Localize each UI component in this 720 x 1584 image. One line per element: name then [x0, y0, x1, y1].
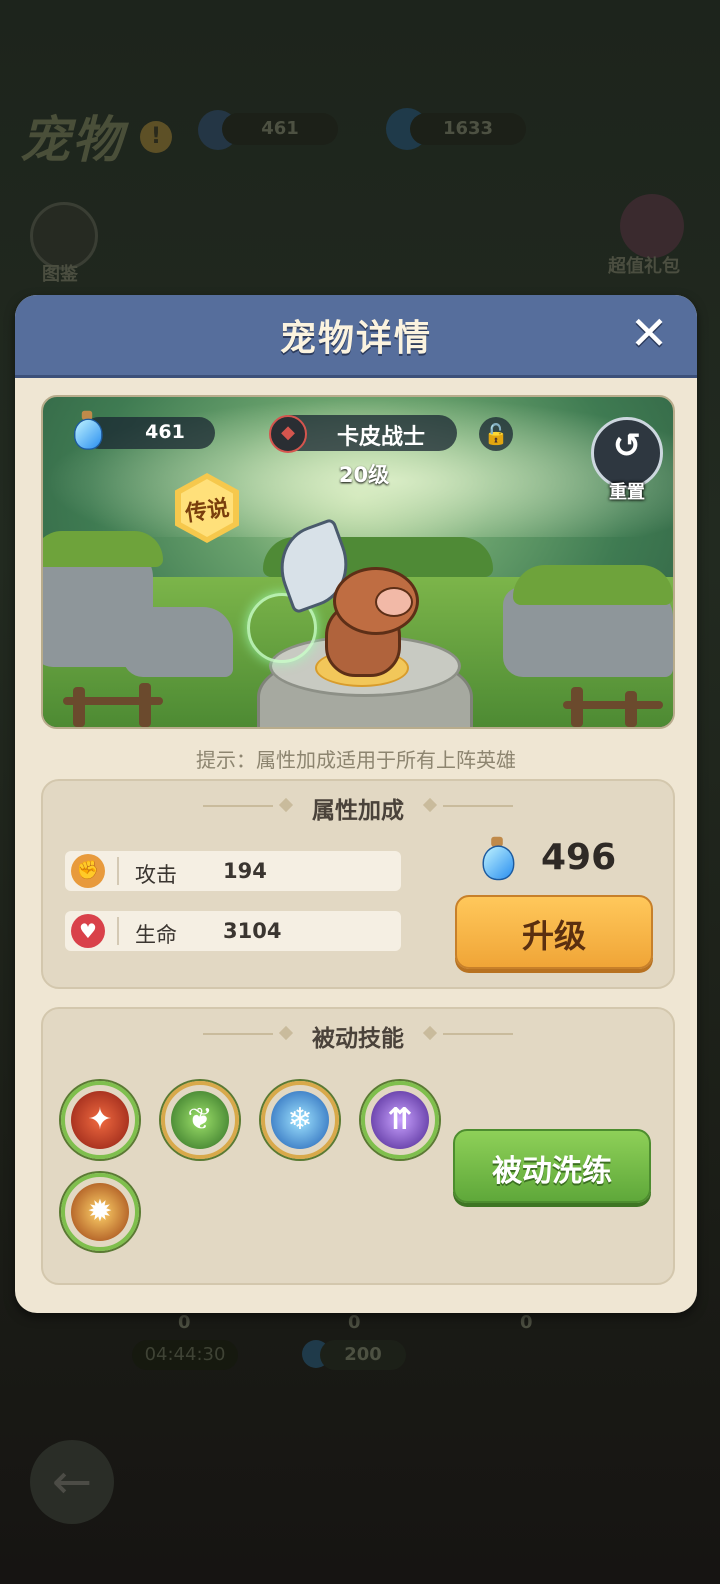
gift-icon — [620, 194, 684, 258]
left-fence-2 — [139, 683, 151, 727]
pet-name: 卡皮战士 — [336, 425, 425, 450]
skill-glyph: ✦ — [71, 1091, 129, 1149]
pet-character — [267, 517, 419, 677]
attribute-panel: 属性加成 ✊ 攻击 194 ♥ 生命 3104 496 升级 — [41, 779, 675, 989]
left-fence-rail — [63, 697, 163, 705]
heart-icon: ♥ — [71, 914, 105, 948]
right-moss — [513, 565, 673, 605]
scene-potion-counter: 461 — [74, 410, 215, 450]
skill-glyph: ⇈ — [371, 1091, 429, 1149]
potion-counter: 461 — [222, 113, 338, 145]
skill-glyph: ✹ — [71, 1183, 129, 1241]
codex-label: 图鉴 — [42, 264, 78, 285]
upgrade-cost: 496 — [541, 837, 617, 878]
stat-label-attack: 攻击 — [135, 863, 177, 887]
potion-icon — [74, 410, 103, 450]
stat-row-attack: ✊ 攻击 194 — [65, 851, 401, 891]
title-deco-right — [443, 1033, 513, 1035]
pet-level: 20级 — [338, 463, 390, 487]
fire-claw-skill-icon[interactable]: ✦ — [61, 1081, 139, 1159]
stat-separator — [117, 917, 119, 945]
left-fence — [73, 687, 85, 727]
gift-label: 超值礼包 — [608, 256, 680, 277]
page-title: 宠物 — [20, 111, 124, 169]
stat-row-health: ♥ 生命 3104 — [65, 911, 401, 951]
bottom-count-3: 0 — [520, 1312, 533, 1333]
arcane-skill-icon[interactable]: ⇈ — [361, 1081, 439, 1159]
right-fence-2 — [625, 691, 637, 727]
reset-label: 重置 — [609, 482, 645, 503]
bottom-count-2: 0 — [348, 1312, 361, 1333]
attack-icon: ✊ — [71, 854, 105, 888]
bottom-cost: 200 — [320, 1340, 406, 1370]
pet-detail-modal: 宠物详情 ✕ 461 ◆ 卡皮战士 🔓 20级 传说 ↺ 重置 提示：属性加成适… — [15, 295, 697, 1313]
right-fence-rail — [563, 701, 663, 709]
passive-refine-button[interactable]: 被动洗练 — [453, 1129, 651, 1203]
passive-title: 被动技能 — [312, 1026, 404, 1052]
refine-label: 被动洗练 — [492, 1154, 612, 1189]
flame-burst-skill-icon[interactable]: ✹ — [61, 1173, 139, 1251]
upgrade-label: 升级 — [521, 917, 586, 955]
info-icon: ! — [140, 121, 172, 153]
scene-potion-value: 461 — [145, 421, 185, 443]
cost-potion-icon — [482, 836, 515, 881]
skill-glyph: ❦ — [171, 1091, 229, 1149]
passive-skill-panel: 被动技能 ✦ ❦ ❄ ⇈ ✹ 被动洗练 — [41, 1007, 675, 1285]
rarity-badge: 传说 — [175, 473, 239, 543]
modal-header: 宠物详情 ✕ — [15, 295, 697, 378]
title-deco-right — [443, 805, 513, 807]
pet-snout — [375, 587, 413, 617]
pet-name-pill: ◆ 卡皮战士 — [269, 415, 457, 453]
bottom-count-1: 0 — [178, 1312, 191, 1333]
pet-scene: 461 ◆ 卡皮战士 🔓 20级 传说 ↺ 重置 — [41, 395, 675, 729]
left-rock-2 — [123, 607, 233, 677]
stat-value-attack: 194 — [223, 859, 267, 883]
upgrade-button[interactable]: 升级 — [455, 895, 653, 969]
stat-label-health: 生命 — [135, 923, 177, 947]
ice-skill-icon[interactable]: ❄ — [261, 1081, 339, 1159]
stat-separator — [117, 857, 119, 885]
left-moss — [43, 531, 163, 567]
pet-type-icon: ◆ — [269, 415, 307, 453]
reset-icon: ↺ — [612, 426, 642, 466]
leaf-skill-icon[interactable]: ❦ — [161, 1081, 239, 1159]
countdown-timer: 04:44:30 — [132, 1340, 238, 1370]
close-button[interactable]: ✕ — [627, 310, 671, 357]
gem-counter: 1633 — [410, 113, 526, 145]
skill-glyph: ❄ — [271, 1091, 329, 1149]
modal-title: 宠物详情 — [279, 318, 432, 359]
back-button: ← — [30, 1440, 114, 1524]
unlock-icon[interactable]: 🔓 — [479, 417, 513, 451]
reset-button[interactable]: ↺ 重置 — [591, 417, 663, 503]
hint-text: 提示：属性加成适用于所有上阵英雄 — [196, 748, 516, 772]
stat-value-health: 3104 — [223, 919, 282, 943]
attribute-title: 属性加成 — [312, 798, 404, 824]
